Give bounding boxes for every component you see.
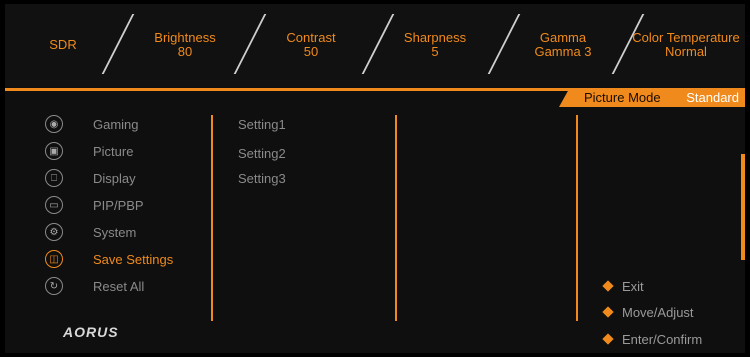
brightness-label: Brightness: [154, 30, 216, 45]
menu-item-reset-all[interactable]: ↻ Reset All: [45, 275, 144, 297]
menu-item-save-settings[interactable]: ◫ Save Settings: [45, 248, 173, 270]
menu-item-system[interactable]: ⚙ System: [45, 221, 136, 243]
picture-mode-tab[interactable]: Picture Mode Standard: [559, 89, 745, 107]
top-status-bar: SDR Brightness 80 Contrast 50 Sharpness …: [5, 4, 745, 86]
aorus-logo: AORUS: [63, 324, 119, 340]
divider: [101, 14, 135, 74]
joystick-press-icon: [600, 331, 616, 347]
gamepad-icon: ◉: [45, 115, 63, 133]
hint-label: Enter/Confirm: [622, 331, 703, 347]
gear-icon: ⚙: [45, 223, 63, 241]
hint-enter-confirm: Enter/Confirm: [600, 329, 702, 349]
brightness-value: 80: [177, 44, 193, 59]
menu-item-display[interactable]: ⎕ Display: [45, 167, 136, 189]
menu-item-label: Picture: [93, 143, 134, 159]
menu-item-label: PIP/PBP: [93, 197, 144, 213]
menu-item-label: Reset All: [93, 278, 145, 294]
picture-mode-label: Picture Mode: [584, 90, 661, 105]
color-temperature-label: Color Temperature: [632, 30, 740, 45]
menu-item-label: Save Settings: [93, 251, 174, 267]
contrast-value: 50: [303, 44, 319, 59]
osd-frame: SDR Brightness 80 Contrast 50 Sharpness …: [5, 4, 745, 353]
save-icon: ◫: [45, 250, 63, 268]
display-icon: ⎕: [45, 169, 63, 187]
gamma-indicator[interactable]: Gamma Gamma 3: [513, 4, 613, 86]
sharpness-value: 5: [431, 44, 439, 59]
gamma-label: Gamma: [539, 30, 587, 45]
column-divider: [211, 115, 213, 321]
color-temperature-indicator[interactable]: Color Temperature Normal: [629, 4, 743, 86]
joystick-updown-icon: [600, 304, 616, 320]
brightness-indicator[interactable]: Brightness 80: [135, 4, 235, 86]
sdr-label: SDR: [49, 37, 77, 52]
submenu-item-setting2[interactable]: Setting2: [238, 146, 286, 161]
menu-item-label: Gaming: [93, 116, 139, 132]
sharpness-indicator[interactable]: Sharpness 5: [385, 4, 485, 86]
hint-label: Move/Adjust: [622, 304, 694, 320]
picture-icon: ▣: [45, 142, 63, 160]
menu-item-pip-pbp[interactable]: ▭ PIP/PBP: [45, 194, 144, 216]
hint-exit: Exit: [600, 276, 644, 296]
menu-item-label: System: [93, 224, 137, 240]
submenu-item-setting1[interactable]: Setting1: [238, 117, 286, 132]
hint-label: Exit: [622, 278, 644, 294]
submenu-item-setting3[interactable]: Setting3: [238, 171, 286, 186]
hint-move-adjust: Move/Adjust: [600, 302, 694, 322]
contrast-label: Contrast: [286, 30, 336, 45]
column-divider: [395, 115, 397, 321]
menu-item-picture[interactable]: ▣ Picture: [45, 140, 133, 162]
gamma-value: Gamma 3: [534, 44, 592, 59]
picture-mode-value: Standard: [686, 90, 739, 105]
menu-item-gaming[interactable]: ◉ Gaming: [45, 113, 139, 135]
sharpness-label: Sharpness: [403, 30, 467, 45]
color-temperature-value: Normal: [665, 44, 707, 59]
contrast-indicator[interactable]: Contrast 50: [261, 4, 361, 86]
column-divider: [576, 115, 578, 321]
pip-icon: ▭: [45, 196, 63, 214]
sdr-indicator: SDR: [23, 4, 103, 86]
side-scroll-indicator: [741, 154, 745, 260]
joystick-left-icon: [600, 278, 616, 294]
reset-icon: ↻: [45, 277, 63, 295]
menu-item-label: Display: [93, 170, 136, 186]
